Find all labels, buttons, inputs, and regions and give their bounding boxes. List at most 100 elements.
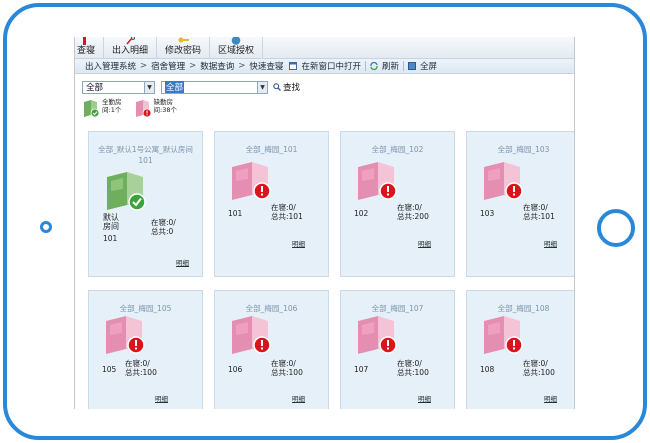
divider: [364, 61, 366, 71]
room-number: 101: [103, 234, 118, 243]
detail-link[interactable]: 明细: [544, 393, 557, 403]
camera-dot: [40, 221, 52, 233]
room-alert-icon: [358, 162, 397, 200]
room-alert-icon: [484, 316, 523, 354]
breadcrumb-separator: >: [140, 61, 148, 71]
room-card[interactable]: 全部_梅园_108 108 在寝:0/ 总共:100 明细: [466, 290, 574, 409]
toolbar-item-access-detail[interactable]: 出入明细: [104, 37, 158, 58]
room-card[interactable]: 全部_梅园_101 101 在寝:0/ 总共:101 明细: [214, 131, 329, 277]
room-total-count: 总共:100: [397, 368, 429, 377]
legend-absence: 缺勤房 间:38个: [134, 98, 177, 120]
wrench-icon: [126, 37, 136, 45]
room-in-count: 在寝:0/: [523, 203, 548, 212]
breadcrumb-bar: 出入管理系统 > 宿舍管理 > 数据查询 > 快速查寝 在新窗口中打开 刷新 全…: [75, 59, 574, 74]
building-select-value: 全部: [86, 83, 104, 93]
chevron-down-icon[interactable]: ▼: [144, 81, 154, 93]
refresh-icon: [370, 62, 378, 70]
room-alert-icon: [135, 100, 151, 118]
breadcrumb-item[interactable]: 宿舍管理: [151, 60, 185, 72]
status-legend: 全勤房 间:1个 缺勤房 间:38个: [75, 98, 574, 120]
red-pin-icon: [83, 37, 86, 45]
room-card[interactable]: 全部_梅园_106 106 在寝:0/ 总共:100 明细: [214, 290, 329, 409]
toolbar-item-change-password[interactable]: 修改密码: [157, 37, 211, 58]
window-icon: [289, 62, 298, 70]
room-card[interactable]: 全部_梅园_102 102 在寝:0/ 总共:200 明细: [340, 131, 455, 277]
room-number: 103: [480, 209, 495, 218]
room-title: 全部_梅园_102: [371, 145, 424, 154]
breadcrumb-item[interactable]: 快速查寝: [249, 60, 283, 72]
room-in-count: 在寝:0/: [397, 203, 422, 212]
room-select-value: 全部: [165, 81, 185, 93]
breadcrumb-item[interactable]: 出入管理系统: [85, 60, 136, 72]
room-title: 全部_梅园_101: [245, 145, 298, 154]
detail-link[interactable]: 明细: [176, 257, 189, 267]
main-toolbar: 查寝 出入明细 修改密码 区域授权: [75, 37, 574, 59]
fullscreen-label: 全屏: [419, 62, 437, 72]
detail-link[interactable]: 明细: [418, 393, 431, 403]
breadcrumb-item[interactable]: 数据查询: [200, 60, 234, 72]
room-select[interactable]: 全部 ▼: [161, 80, 268, 94]
room-card[interactable]: 全部_梅园_107 107 在寝:0/ 总共:100 明细: [340, 290, 455, 409]
search-label: 查找: [283, 83, 301, 93]
legend-count: 间:38个: [153, 106, 177, 114]
room-number: 106: [228, 365, 243, 374]
divider: [402, 61, 404, 71]
room-in-count: 在寝:0/: [271, 359, 296, 368]
room-in-count: 在寝:0/: [523, 359, 548, 368]
room-in-count: 在寝:0/: [151, 218, 176, 227]
app-screen: 查寝 出入明细 修改密码 区域授权 出入管理系统 > 宿舍管理 > 数据查询 >…: [74, 37, 575, 409]
room-total-count: 总共:100: [271, 368, 303, 377]
room-total-count: 总共:100: [523, 368, 555, 377]
toolbar-item-check-dorm[interactable]: 查寝: [75, 37, 105, 58]
room-alert-icon: [358, 316, 397, 354]
legend-count: 间:1个: [102, 106, 122, 114]
room-number: 108: [480, 365, 495, 374]
room-alert-icon: [484, 162, 523, 200]
home-button[interactable]: [597, 209, 635, 247]
room-name: 默认房间: [103, 213, 119, 231]
room-in-count: 在寝:0/: [125, 359, 150, 368]
detail-link[interactable]: 明细: [292, 238, 305, 248]
refresh-label: 刷新: [381, 62, 399, 72]
room-ok-icon: [107, 172, 146, 211]
detail-link[interactable]: 明细: [155, 393, 168, 403]
key-icon: [178, 37, 190, 43]
room-in-count: 在寝:0/: [397, 359, 422, 368]
room-total-count: 总共:101: [271, 212, 303, 221]
room-total-count: 总共:101: [523, 212, 555, 221]
room-card[interactable]: 全部_默认1号公寓_默认房间101 默认房间 101 在寝:0/ 总共:0 明细: [88, 131, 203, 277]
globe-icon: [231, 37, 241, 45]
room-in-count: 在寝:0/: [271, 203, 296, 212]
breadcrumb-separator: >: [189, 61, 197, 71]
room-total-count: 总共:0: [151, 227, 174, 236]
detail-link[interactable]: 明细: [418, 238, 431, 248]
room-ok-icon: [84, 100, 100, 118]
search-icon: [273, 83, 281, 91]
room-alert-icon: [106, 316, 145, 354]
room-number: 105: [102, 365, 117, 374]
legend-label: 全勤房: [102, 98, 122, 106]
room-number: 101: [228, 209, 243, 218]
room-alert-icon: [232, 162, 271, 200]
building-select[interactable]: 全部 ▼: [82, 80, 155, 94]
room-total-count: 总共:200: [397, 212, 429, 221]
fullscreen-button[interactable]: 全屏: [407, 60, 437, 72]
room-title: 全部_梅园_103: [497, 145, 550, 154]
filter-bar: 全部 ▼ 全部 ▼ 查找: [75, 78, 574, 96]
toolbar-item-region-auth[interactable]: 区域授权: [210, 37, 264, 58]
legend-full-attendance: 全勤房 间:1个: [82, 98, 122, 120]
search-button[interactable]: 查找: [273, 81, 300, 93]
open-new-window-button[interactable]: 在新窗口中打开: [289, 60, 361, 72]
chevron-down-icon[interactable]: ▼: [257, 81, 267, 93]
room-number: 102: [354, 209, 369, 218]
fullscreen-icon: [407, 62, 416, 70]
detail-link[interactable]: 明细: [292, 393, 305, 403]
room-number: 107: [354, 365, 369, 374]
open-new-window-label: 在新窗口中打开: [301, 62, 361, 72]
breadcrumb-separator: >: [238, 61, 246, 71]
room-card[interactable]: 全部_梅园_105 105 在寝:0/ 总共:100 明细: [88, 290, 203, 409]
room-title: 全部_默认1号公寓_默认房间101: [98, 145, 193, 165]
detail-link[interactable]: 明细: [544, 238, 557, 248]
refresh-button[interactable]: 刷新: [370, 60, 399, 72]
room-card[interactable]: 全部_梅园_103 103 在寝:0/ 总共:101 明细: [466, 131, 574, 277]
